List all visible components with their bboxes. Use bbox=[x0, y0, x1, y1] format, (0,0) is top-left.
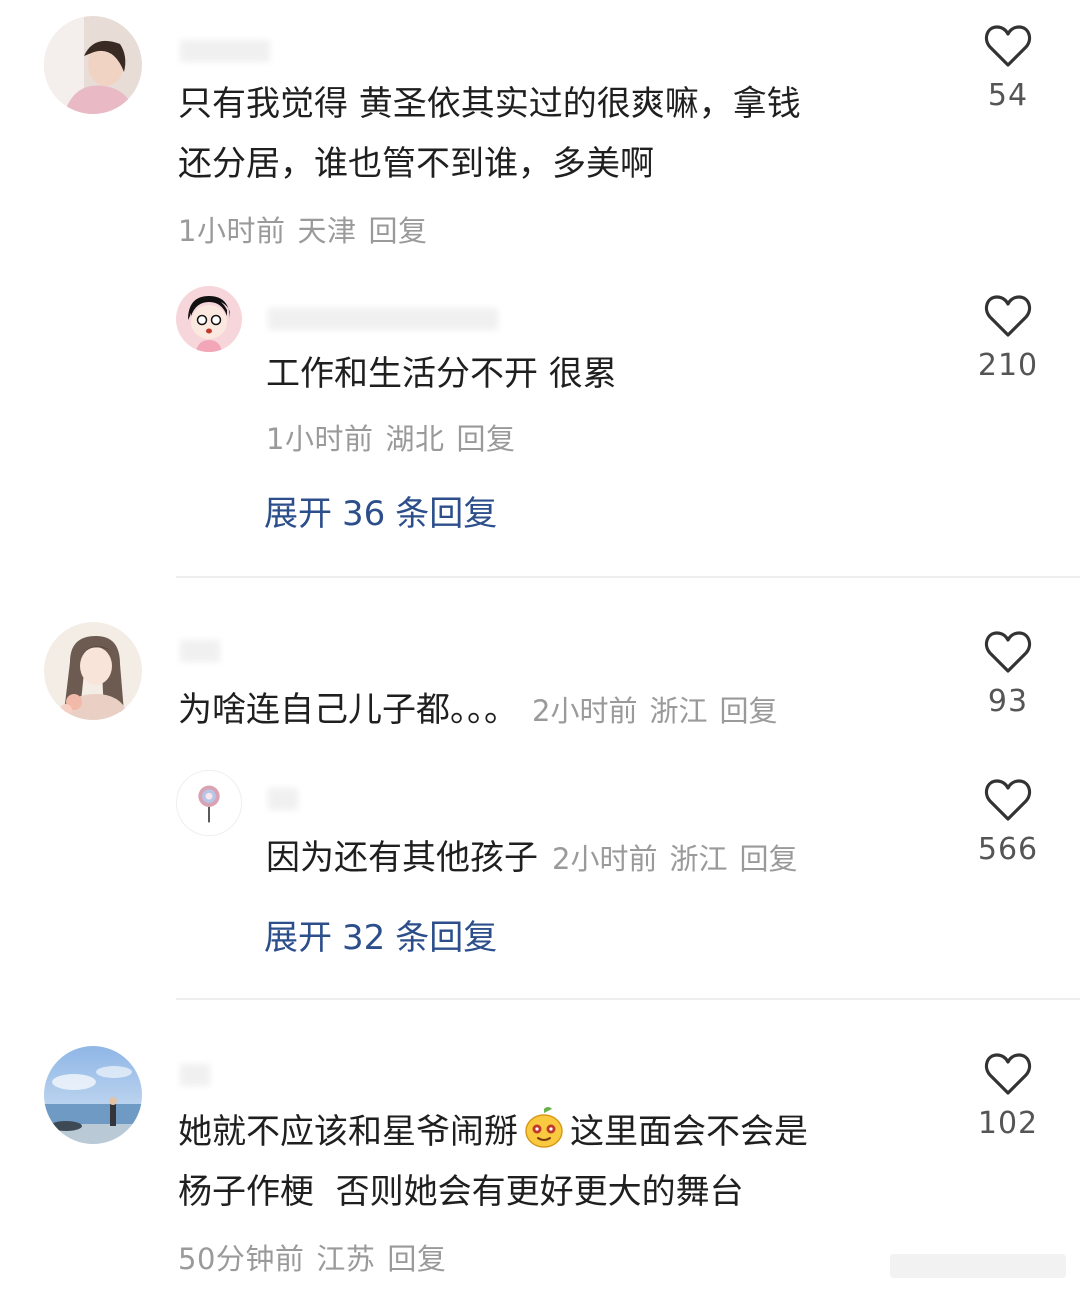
reply-time: 2小时前 bbox=[552, 842, 658, 876]
expand-replies-link[interactable]: 展开 36 条回复 bbox=[264, 486, 507, 535]
like-button[interactable]: 93 bbox=[968, 630, 1048, 719]
like-button[interactable]: 54 bbox=[968, 24, 1048, 113]
avatar[interactable] bbox=[44, 1046, 142, 1144]
reply-location: 湖北 bbox=[385, 422, 445, 456]
comment-text-part1: 她就不应该和星爷闹掰 bbox=[178, 1112, 518, 1152]
comment-location: 浙江 bbox=[649, 694, 708, 728]
reply-meta: 1小时前 湖北 回复 bbox=[266, 416, 527, 458]
comment-location: 天津 bbox=[297, 214, 357, 248]
comment-time: 50分钟前 bbox=[178, 1242, 305, 1276]
comment-text-line1: 只有我觉得 黄圣依其实过的很爽嘛，拿钱 bbox=[178, 84, 801, 124]
like-count: 93 bbox=[987, 684, 1029, 719]
divider bbox=[176, 576, 1080, 578]
reply-text: 工作和生活分不开 很累 bbox=[266, 354, 617, 394]
username-blurred bbox=[180, 40, 270, 62]
reply-location: 浙江 bbox=[669, 842, 728, 876]
divider bbox=[176, 998, 1080, 1000]
reply-button[interactable]: 回复 bbox=[456, 422, 515, 456]
avatar[interactable] bbox=[176, 770, 242, 836]
avatar[interactable] bbox=[44, 16, 142, 114]
comment-text-line1: 她就不应该和星爷闹掰 这里面会不会是 bbox=[178, 1102, 808, 1162]
reply-text: 因为还有其他孩子 bbox=[266, 838, 538, 878]
reply-button[interactable]: 回复 bbox=[739, 842, 797, 876]
comment-meta: 50分钟前 江苏 回复 bbox=[178, 1236, 458, 1278]
reply-button[interactable]: 回复 bbox=[719, 694, 777, 728]
expand-prefix: 展开 bbox=[264, 918, 332, 958]
expand-count: 32 bbox=[342, 918, 386, 958]
like-button[interactable]: 102 bbox=[968, 1052, 1048, 1141]
avatar[interactable] bbox=[176, 286, 242, 352]
expand-suffix: 条回复 bbox=[395, 494, 498, 534]
heart-outline-icon bbox=[968, 778, 1048, 822]
comment-text-line2: 杨子作梗 否则她会有更好更大的舞台 bbox=[178, 1172, 744, 1212]
comment-list: 只有我觉得 黄圣依其实过的很爽嘛，拿钱 还分居，谁也管不到谁，多美啊 1小时前天… bbox=[0, 0, 1080, 1292]
like-button[interactable]: 566 bbox=[968, 778, 1048, 867]
username-blurred bbox=[268, 308, 498, 330]
comment-text-row: 为啥连自己儿子都。。。 2小时前 浙江 回复 bbox=[178, 680, 789, 741]
expand-suffix: 条回复 bbox=[395, 918, 498, 958]
reply-text-row: 因为还有其他孩子 2小时前 浙江 回复 bbox=[266, 828, 809, 889]
comment-location: 江苏 bbox=[316, 1242, 376, 1276]
like-count: 102 bbox=[977, 1106, 1039, 1141]
comment-text: 为啥连自己儿子都。。。 bbox=[178, 690, 518, 730]
comment-text-part2: 这里面会不会是 bbox=[570, 1112, 808, 1152]
comment-time: 2小时前 bbox=[532, 694, 638, 728]
like-count: 566 bbox=[977, 832, 1039, 867]
comment-time: 1小时前 bbox=[178, 214, 286, 248]
reply-time: 1小时前 bbox=[266, 422, 374, 456]
heart-outline-icon bbox=[968, 294, 1048, 338]
username-blurred bbox=[180, 640, 220, 662]
heart-outline-icon bbox=[968, 1052, 1048, 1096]
like-count: 210 bbox=[977, 348, 1039, 383]
expand-prefix: 展开 bbox=[264, 494, 332, 534]
watermark bbox=[890, 1254, 1066, 1278]
like-button[interactable]: 210 bbox=[968, 294, 1048, 383]
expand-replies-link[interactable]: 展开 32 条回复 bbox=[264, 910, 507, 959]
avatar[interactable] bbox=[44, 622, 142, 720]
reply-button[interactable]: 回复 bbox=[387, 1242, 446, 1276]
username-blurred bbox=[268, 788, 298, 810]
fruit-face-emoji-icon bbox=[522, 1105, 566, 1149]
comment-meta: 1小时前 天津 回复 bbox=[178, 208, 439, 250]
username-blurred bbox=[180, 1064, 210, 1086]
comment-text-line2: 还分居，谁也管不到谁，多美啊 bbox=[178, 144, 654, 184]
expand-count: 36 bbox=[342, 494, 386, 534]
like-count: 54 bbox=[987, 78, 1029, 113]
heart-outline-icon bbox=[968, 630, 1048, 674]
reply-button[interactable]: 回复 bbox=[368, 214, 427, 248]
heart-outline-icon bbox=[968, 24, 1048, 68]
